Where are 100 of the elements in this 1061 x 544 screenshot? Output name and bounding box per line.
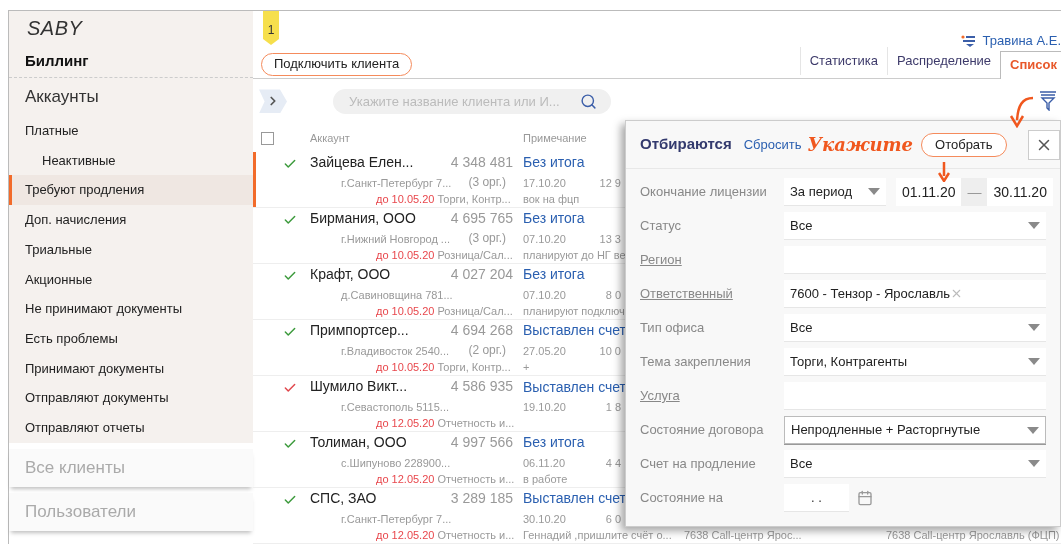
org-count: (3 орг.) xyxy=(468,174,506,191)
note-text: вок на фцп xyxy=(523,192,580,205)
expand-button[interactable] xyxy=(259,89,287,114)
table-cell-text: 8 0 xyxy=(605,287,621,303)
client-name[interactable]: Крафт, ООО xyxy=(310,264,391,286)
account-number: 4 695 765 xyxy=(450,209,513,228)
select-field[interactable]: Все xyxy=(784,212,1046,240)
client-name[interactable]: СПС, ЗАО xyxy=(310,488,377,510)
sidebar-item[interactable]: Неактивные xyxy=(9,145,253,176)
address: г.Санкт-Петербург 7... xyxy=(341,511,452,527)
org-count: (2 орг.) xyxy=(468,342,506,359)
table-cell-text: 4 4 xyxy=(605,455,621,471)
org-count: (3 орг.) xyxy=(468,230,506,247)
client-name[interactable]: Зайцева Елен... xyxy=(310,152,414,173)
status-link[interactable]: Выставлен счет xyxy=(523,376,626,398)
status-link[interactable]: Без итога xyxy=(523,264,585,286)
status-link[interactable]: Без итога xyxy=(523,432,585,454)
field-label: Статус xyxy=(640,217,683,236)
notification-badge[interactable]: 1 xyxy=(263,11,279,45)
account-number: 3 289 185 xyxy=(450,489,513,509)
client-name[interactable]: Бирмания, ООО xyxy=(310,208,416,229)
due-date: до 12.05.20 xyxy=(376,471,435,487)
tag-list: Торги, Контр... xyxy=(437,358,511,375)
select-field[interactable]: Все xyxy=(784,450,1046,478)
input-field[interactable] xyxy=(784,246,1046,274)
client-name[interactable]: Примпортсер... xyxy=(310,320,409,341)
dropdown-caret-icon xyxy=(1028,324,1040,331)
hint-annotation: Укажите xyxy=(807,133,914,157)
table-cell: 7638 Call-центр Ярос... xyxy=(684,528,802,541)
table-cell-text: 13 3 xyxy=(599,231,621,247)
account-number: 4 694 268 xyxy=(450,321,513,340)
sidebar-item[interactable]: Отправляют документы xyxy=(9,383,253,413)
sidebar-item[interactable]: Требуют продления xyxy=(9,175,253,206)
select-field[interactable]: Непродленные + Расторгнутые xyxy=(784,416,1046,444)
sidebar-item[interactable]: Платные xyxy=(9,116,253,146)
address: с.Шипуново 228900... xyxy=(341,455,451,471)
due-date: до 10.05.20 xyxy=(376,359,435,375)
search-icon[interactable] xyxy=(580,92,597,110)
note-date: 17.10.20 xyxy=(523,175,566,191)
sidebar-item[interactable]: Не принимают документы xyxy=(9,294,253,324)
client-name[interactable]: Толиман, ООО xyxy=(310,432,407,454)
note-text: + xyxy=(523,360,530,373)
tag-list: Торги, Контр... xyxy=(437,190,511,207)
sidebar-item[interactable]: Отправляют отчеты xyxy=(9,412,253,443)
sidebar-item[interactable]: Доп. начисления xyxy=(9,205,253,235)
tab[interactable]: Список xyxy=(1000,50,1061,79)
sidebar-item[interactable]: Есть проблемы xyxy=(9,323,253,354)
annotation-arrow xyxy=(938,162,950,182)
panel-title: Отбираются xyxy=(640,134,732,155)
status-link[interactable]: Без итога xyxy=(523,152,585,174)
dropdown-caret-icon xyxy=(1028,460,1040,467)
status-link[interactable]: Выставлен счет xyxy=(523,320,626,342)
select-field[interactable]: Все xyxy=(784,314,1046,342)
note-date: 06.11.20 xyxy=(523,455,565,471)
range-separator: — xyxy=(961,178,988,206)
filter-icon[interactable] xyxy=(1039,91,1057,112)
period-select[interactable]: За период xyxy=(784,178,886,206)
field-label: Состояние договора xyxy=(640,421,765,440)
section-title[interactable]: Аккаунты xyxy=(25,84,99,110)
table-cell-text: 10 0 xyxy=(599,343,621,359)
tag-list: Отчетность и... xyxy=(437,526,515,543)
address: г.Севастополь 5115... xyxy=(341,399,450,415)
app-title: Биллинг xyxy=(25,50,89,71)
sidebar-item[interactable]: Акционные xyxy=(9,264,253,295)
date-field[interactable]: . . xyxy=(784,484,849,512)
calendar-icon[interactable] xyxy=(857,490,873,506)
dropdown-caret-icon xyxy=(1028,222,1040,229)
note-text: планируют до НГ ве xyxy=(523,248,626,261)
input-field[interactable] xyxy=(784,382,1046,410)
tag-list: Отчетность и... xyxy=(437,470,515,487)
annotation-arrow xyxy=(1008,96,1034,128)
tag-list: Розница/Сал... xyxy=(437,246,513,263)
note-text: в работе xyxy=(523,472,568,485)
table-cell-text: 6 0 xyxy=(605,511,621,527)
field-label: Тема закрепления xyxy=(640,353,752,372)
tab[interactable]: Статистика xyxy=(799,46,887,75)
status-link[interactable]: Выставлен счет xyxy=(523,488,626,510)
tag-list: Отчетность и... xyxy=(437,414,515,431)
sidebar-item[interactable]: Принимают документы xyxy=(9,353,253,384)
close-button[interactable] xyxy=(1028,129,1060,160)
status-link[interactable]: Без итога xyxy=(523,208,585,230)
date-range-field[interactable]: 01.11.20 — 30.11.20 xyxy=(896,178,1053,206)
reset-link[interactable]: Сбросить xyxy=(743,134,802,155)
due-date: до 12.05.20 xyxy=(376,415,435,431)
sidebar-item[interactable]: Триальные xyxy=(9,234,253,265)
table-cell-text: 12 9 xyxy=(599,175,621,191)
apply-button[interactable]: Отобрать xyxy=(921,132,1007,157)
tag-field[interactable]: 7600 - Тензор - Ярославль xyxy=(784,280,1046,308)
select-all-checkbox[interactable] xyxy=(261,131,274,145)
due-date: до 10.05.20 xyxy=(376,247,435,263)
note-date: 07.10.20 xyxy=(523,287,566,303)
account-number: 4 997 566 xyxy=(450,433,513,453)
address: д.Савиновщина 781... xyxy=(341,287,453,303)
logo[interactable]: SABY xyxy=(27,13,83,43)
address: г.Нижний Новгород ... xyxy=(341,231,451,247)
table-cell-text: 1 8 xyxy=(605,399,621,415)
tag-list: Розница/Сал... xyxy=(437,302,513,319)
dropdown-caret-icon xyxy=(1028,358,1040,365)
select-field[interactable]: Торги, Контрагенты xyxy=(784,348,1046,376)
client-name[interactable]: Шумило Викт... xyxy=(310,376,408,398)
